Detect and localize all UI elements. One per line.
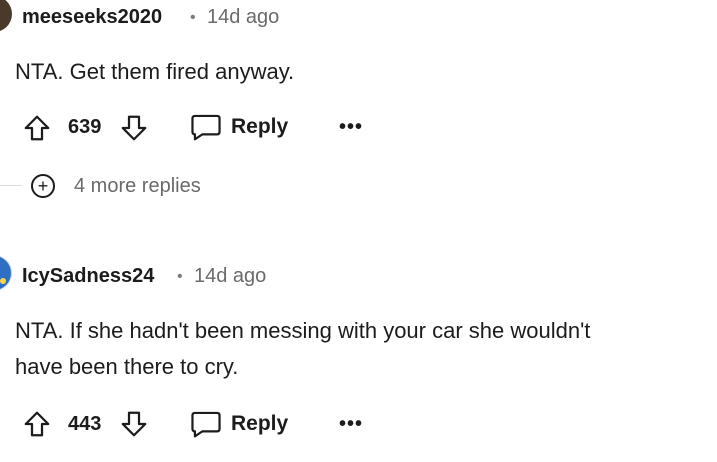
comment-body: NTA. If she hadn't been messing with you… xyxy=(15,313,715,385)
comment-bubble-icon xyxy=(190,409,222,439)
comment-timestamp[interactable]: 14d ago xyxy=(194,265,266,288)
comment-timestamp[interactable]: 14d ago xyxy=(207,6,279,29)
meta-separator: • xyxy=(177,268,183,285)
upvote-icon[interactable] xyxy=(22,409,52,439)
comment-username[interactable]: meeseeks2020 xyxy=(22,6,162,29)
comment-text-line: have been there to cry. xyxy=(15,354,239,379)
comment-text-line: NTA. If she hadn't been messing with you… xyxy=(15,318,591,343)
downvote-icon[interactable] xyxy=(119,113,149,143)
expand-icon: + xyxy=(31,174,55,198)
more-options-button[interactable]: ••• xyxy=(339,116,363,139)
user-avatar[interactable] xyxy=(0,255,12,291)
vote-count: 443 xyxy=(68,413,102,435)
comment-username[interactable]: IcySadness24 xyxy=(22,265,154,288)
comment-body: NTA. Get them fired anyway. xyxy=(15,54,294,90)
reply-button[interactable]: Reply xyxy=(190,409,288,439)
meta-separator: • xyxy=(190,9,196,26)
reply-label: Reply xyxy=(231,115,289,138)
more-replies-button[interactable]: + 4 more replies xyxy=(31,174,201,198)
thread-connector xyxy=(0,185,22,186)
reply-button[interactable]: Reply xyxy=(190,112,288,142)
more-options-button[interactable]: ••• xyxy=(339,413,363,436)
comment-text-line: NTA. Get them fired anyway. xyxy=(15,59,295,84)
comment-bubble-icon xyxy=(190,112,222,142)
upvote-icon[interactable] xyxy=(22,113,52,143)
reply-label: Reply xyxy=(231,412,289,435)
user-avatar[interactable] xyxy=(0,0,12,32)
downvote-icon[interactable] xyxy=(119,409,149,439)
vote-count: 639 xyxy=(68,116,102,138)
more-replies-label: 4 more replies xyxy=(74,174,201,197)
